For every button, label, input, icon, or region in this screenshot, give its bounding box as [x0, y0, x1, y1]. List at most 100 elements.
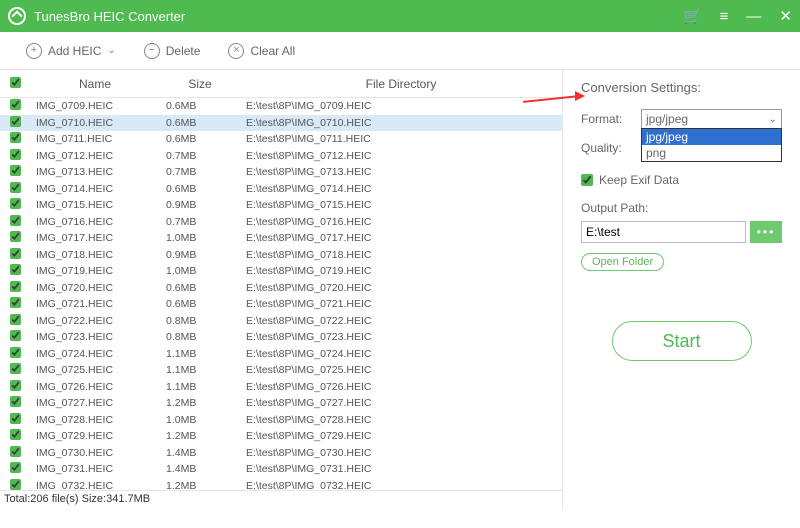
table-row[interactable]: IMG_0730.HEIC1.4MBE:\test\8P\IMG_0730.HE…	[0, 445, 562, 462]
file-size: 0.6MB	[160, 100, 240, 112]
file-size: 1.0MB	[160, 232, 240, 244]
clear-all-button[interactable]: × Clear All	[228, 43, 295, 59]
settings-heading: Conversion Settings:	[581, 80, 782, 95]
file-dir: E:\test\8P\IMG_0720.HEIC	[240, 282, 562, 294]
cart-icon[interactable]: 🛒	[683, 7, 702, 25]
table-row[interactable]: IMG_0718.HEIC0.9MBE:\test\8P\IMG_0718.HE…	[0, 247, 562, 264]
format-option-png[interactable]: png	[642, 145, 781, 161]
file-dir: E:\test\8P\IMG_0721.HEIC	[240, 298, 562, 310]
file-name: IMG_0731.HEIC	[30, 463, 160, 475]
status-bar: Total:206 file(s) Size:341.7MB	[0, 490, 562, 510]
select-all-checkbox[interactable]	[10, 77, 21, 88]
x-icon: ×	[228, 43, 244, 59]
file-name: IMG_0729.HEIC	[30, 430, 160, 442]
file-dir: E:\test\8P\IMG_0709.HEIC	[240, 100, 562, 112]
file-list[interactable]: IMG_0709.HEIC0.6MBE:\test\8P\IMG_0709.HE…	[0, 98, 562, 490]
toolbar: + Add HEIC ⌄ − Delete × Clear All	[0, 32, 800, 70]
quality-label: Quality:	[581, 141, 635, 155]
table-row[interactable]: IMG_0714.HEIC0.6MBE:\test\8P\IMG_0714.HE…	[0, 181, 562, 198]
table-row[interactable]: IMG_0713.HEIC0.7MBE:\test\8P\IMG_0713.HE…	[0, 164, 562, 181]
start-button[interactable]: Start	[612, 321, 752, 361]
menu-icon[interactable]: ≡	[720, 8, 729, 25]
file-name: IMG_0724.HEIC	[30, 348, 160, 360]
file-dir: E:\test\8P\IMG_0711.HEIC	[240, 133, 562, 145]
table-row[interactable]: IMG_0723.HEIC0.8MBE:\test\8P\IMG_0723.HE…	[0, 329, 562, 346]
table-row[interactable]: IMG_0719.HEIC1.0MBE:\test\8P\IMG_0719.HE…	[0, 263, 562, 280]
row-checkbox[interactable]	[10, 330, 21, 341]
row-checkbox[interactable]	[10, 347, 21, 358]
row-checkbox[interactable]	[10, 116, 21, 127]
col-dir[interactable]: File Directory	[240, 77, 562, 91]
table-row[interactable]: IMG_0710.HEIC0.6MBE:\test\8P\IMG_0710.HE…	[0, 115, 562, 132]
row-checkbox[interactable]	[10, 165, 21, 176]
row-checkbox[interactable]	[10, 231, 21, 242]
file-name: IMG_0711.HEIC	[30, 133, 160, 145]
table-row[interactable]: IMG_0720.HEIC0.6MBE:\test\8P\IMG_0720.HE…	[0, 280, 562, 297]
row-checkbox[interactable]	[10, 363, 21, 374]
row-checkbox[interactable]	[10, 99, 21, 110]
table-row[interactable]: IMG_0721.HEIC0.6MBE:\test\8P\IMG_0721.HE…	[0, 296, 562, 313]
file-size: 0.9MB	[160, 249, 240, 261]
row-checkbox[interactable]	[10, 380, 21, 391]
col-size[interactable]: Size	[160, 77, 240, 91]
keep-exif-checkbox[interactable]	[581, 174, 593, 186]
row-checkbox[interactable]	[10, 248, 21, 259]
row-checkbox[interactable]	[10, 132, 21, 143]
row-checkbox[interactable]	[10, 396, 21, 407]
file-size: 1.4MB	[160, 447, 240, 459]
row-checkbox[interactable]	[10, 479, 21, 490]
table-row[interactable]: IMG_0712.HEIC0.7MBE:\test\8P\IMG_0712.HE…	[0, 148, 562, 165]
open-folder-button[interactable]: Open Folder	[581, 253, 664, 271]
table-row[interactable]: IMG_0711.HEIC0.6MBE:\test\8P\IMG_0711.HE…	[0, 131, 562, 148]
file-name: IMG_0719.HEIC	[30, 265, 160, 277]
file-size: 0.7MB	[160, 150, 240, 162]
table-row[interactable]: IMG_0717.HEIC1.0MBE:\test\8P\IMG_0717.HE…	[0, 230, 562, 247]
table-row[interactable]: IMG_0732.HEIC1.2MBE:\test\8P\IMG_0732.HE…	[0, 478, 562, 491]
row-checkbox[interactable]	[10, 182, 21, 193]
app-title: TunesBro HEIC Converter	[34, 9, 683, 24]
minimize-icon[interactable]: —	[746, 8, 761, 25]
table-row[interactable]: IMG_0725.HEIC1.1MBE:\test\8P\IMG_0725.HE…	[0, 362, 562, 379]
table-row[interactable]: IMG_0731.HEIC1.4MBE:\test\8P\IMG_0731.HE…	[0, 461, 562, 478]
col-name[interactable]: Name	[30, 77, 160, 91]
table-row[interactable]: IMG_0722.HEIC0.8MBE:\test\8P\IMG_0722.HE…	[0, 313, 562, 330]
file-dir: E:\test\8P\IMG_0714.HEIC	[240, 183, 562, 195]
row-checkbox[interactable]	[10, 149, 21, 160]
row-checkbox[interactable]	[10, 429, 21, 440]
app-logo-icon	[8, 7, 26, 25]
table-row[interactable]: IMG_0726.HEIC1.1MBE:\test\8P\IMG_0726.HE…	[0, 379, 562, 396]
row-checkbox[interactable]	[10, 462, 21, 473]
format-value: jpg/jpeg	[646, 112, 688, 126]
table-row[interactable]: IMG_0715.HEIC0.9MBE:\test\8P\IMG_0715.HE…	[0, 197, 562, 214]
row-checkbox[interactable]	[10, 297, 21, 308]
format-option-jpg[interactable]: jpg/jpeg	[642, 129, 781, 145]
file-dir: E:\test\8P\IMG_0724.HEIC	[240, 348, 562, 360]
file-size: 0.6MB	[160, 117, 240, 129]
output-path-input[interactable]	[581, 221, 746, 243]
close-icon[interactable]: ✕	[779, 7, 792, 25]
row-checkbox[interactable]	[10, 413, 21, 424]
row-checkbox[interactable]	[10, 281, 21, 292]
table-row[interactable]: IMG_0728.HEIC1.0MBE:\test\8P\IMG_0728.HE…	[0, 412, 562, 429]
add-heic-button[interactable]: + Add HEIC ⌄	[26, 43, 116, 59]
row-checkbox[interactable]	[10, 198, 21, 209]
row-checkbox[interactable]	[10, 446, 21, 457]
minus-icon: −	[144, 43, 160, 59]
table-row[interactable]: IMG_0716.HEIC0.7MBE:\test\8P\IMG_0716.HE…	[0, 214, 562, 231]
file-size: 1.2MB	[160, 430, 240, 442]
table-row[interactable]: IMG_0729.HEIC1.2MBE:\test\8P\IMG_0729.HE…	[0, 428, 562, 445]
table-row[interactable]: IMG_0727.HEIC1.2MBE:\test\8P\IMG_0727.HE…	[0, 395, 562, 412]
delete-button[interactable]: − Delete	[144, 43, 201, 59]
file-dir: E:\test\8P\IMG_0725.HEIC	[240, 364, 562, 376]
format-select[interactable]: jpg/jpeg ⌄	[641, 109, 782, 129]
table-row[interactable]: IMG_0724.HEIC1.1MBE:\test\8P\IMG_0724.HE…	[0, 346, 562, 363]
browse-button[interactable]: •••	[750, 221, 782, 243]
file-name: IMG_0717.HEIC	[30, 232, 160, 244]
file-size: 1.2MB	[160, 397, 240, 409]
table-row[interactable]: IMG_0709.HEIC0.6MBE:\test\8P\IMG_0709.HE…	[0, 98, 562, 115]
row-checkbox[interactable]	[10, 314, 21, 325]
row-checkbox[interactable]	[10, 264, 21, 275]
delete-label: Delete	[166, 44, 201, 58]
format-dropdown: jpg/jpeg png	[641, 128, 782, 162]
row-checkbox[interactable]	[10, 215, 21, 226]
